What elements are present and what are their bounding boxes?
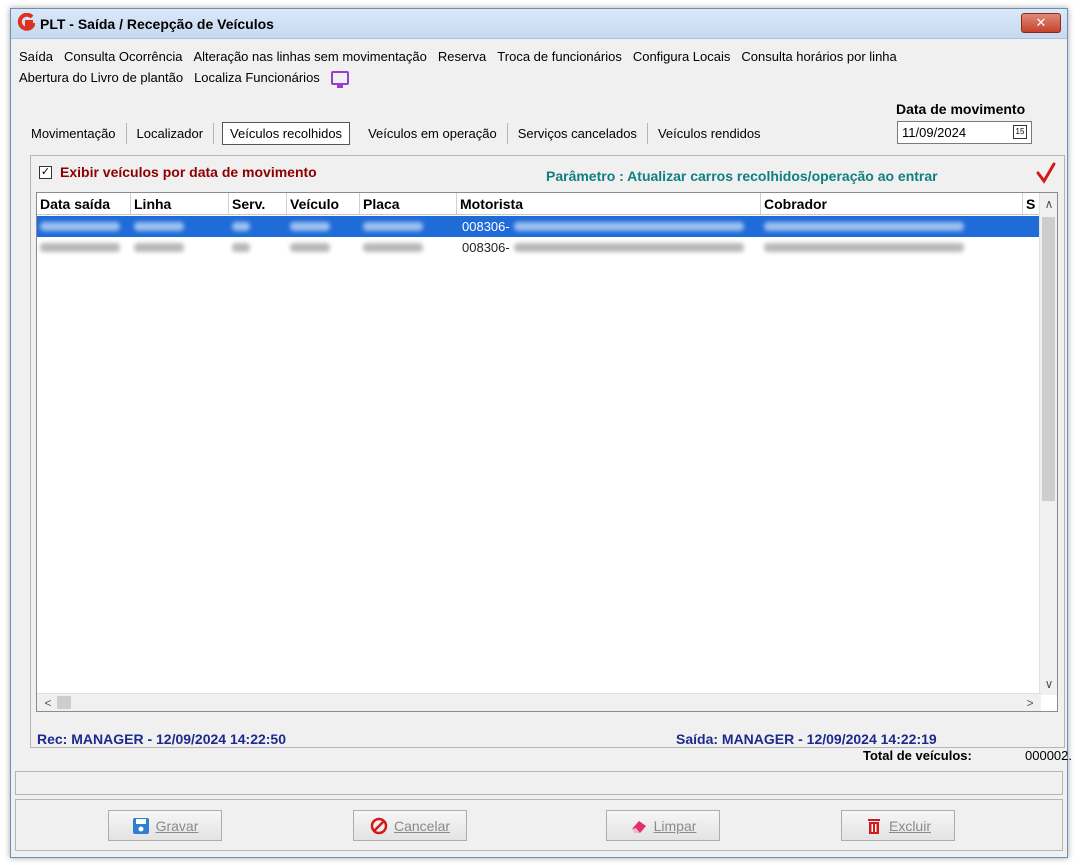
menu-item-consulta-horarios[interactable]: Consulta horários por linha [741,49,896,64]
excluir-label: Excluir [888,817,931,834]
table-row[interactable]: 008306- [37,237,1041,258]
close-button[interactable]: ✕ [1021,13,1061,33]
cell-veiculo [287,237,360,258]
column-header-placa[interactable]: Placa [360,193,457,214]
motorista-code: 008306- [460,240,512,255]
scroll-down-icon[interactable]: ∨ [1040,675,1057,693]
limpar-label: Limpar [653,817,697,834]
menu-row-1: Saída Consulta Ocorrência Alteração nas … [19,46,1059,67]
cell-serv [229,216,287,237]
tab-localizador[interactable]: Localizador [127,122,215,144]
tab-movimentacao[interactable]: Movimentação [21,122,127,144]
horizontal-scroll-thumb[interactable] [57,696,71,709]
cell-linha [131,237,229,258]
gravar-button[interactable]: Gravar [108,810,222,841]
app-logo-icon [17,13,35,31]
horizontal-scrollbar[interactable]: < > [37,693,1041,711]
parameter-text: Parâmetro : Atualizar carros recolhidos/… [546,168,938,184]
menu-item-alteracao-linhas[interactable]: Alteração nas linhas sem movimentação [193,49,426,64]
status-bar [15,771,1063,795]
column-header-motorista[interactable]: Motorista [457,193,761,214]
monitor-icon[interactable] [330,70,349,88]
vehicles-grid: Data saída Linha Serv. Veículo Placa Mot… [36,192,1058,712]
total-veiculos-value: 000002. [1025,748,1072,763]
cancel-icon [370,817,388,834]
gravar-label: Gravar [155,817,199,834]
saida-status: Saída: MANAGER - 12/09/2024 14:22:19 [676,731,937,747]
cancelar-label: Cancelar [393,817,451,834]
date-field[interactable]: 11/09/2024 15 [897,121,1032,144]
cell-placa [360,237,457,258]
date-label: Data de movimento [896,101,1026,117]
menu-bar: Saída Consulta Ocorrência Alteração nas … [19,46,1059,88]
cell-serv [229,237,287,258]
cell-data-saida [37,237,131,258]
content-panel: ✓ Exibir veículos por data de movimento … [30,155,1072,763]
rec-status: Rec: MANAGER - 12/09/2024 14:22:50 [37,731,287,747]
confirm-check-icon[interactable] [1036,162,1056,184]
cell-motorista: 008306- [457,237,761,258]
save-icon [132,817,149,834]
cell-motorista: 008306- [457,216,761,237]
menu-item-reserva[interactable]: Reserva [438,49,486,64]
tab-servicos-cancelados[interactable]: Serviços cancelados [508,122,648,144]
cell-veiculo [287,216,360,237]
excluir-button[interactable]: Excluir [841,810,955,841]
calendar-icon[interactable]: 15 [1013,125,1027,139]
total-veiculos-label: Total de veículos: [863,748,972,763]
tab-veiculos-em-operacao[interactable]: Veículos em operação [358,122,508,144]
limpar-button[interactable]: Limpar [606,810,720,841]
cell-cobrador [761,237,1023,258]
vertical-scroll-thumb[interactable] [1042,217,1055,501]
grid-header: Data saída Linha Serv. Veículo Placa Mot… [37,193,1041,215]
cell-cobrador [761,216,1023,237]
cell-data-saida [37,216,131,237]
menu-item-saida[interactable]: Saída [19,49,53,64]
window-title: PLT - Saída / Recepção de Veículos [40,16,274,32]
menu-item-configura-locais[interactable]: Configura Locais [633,49,731,64]
cancelar-button[interactable]: Cancelar [353,810,467,841]
column-header-linha[interactable]: Linha [131,193,229,214]
button-bar: Gravar Cancelar Limpar Excluir [15,799,1063,851]
menu-item-abertura-livro[interactable]: Abertura do Livro de plantão [19,70,183,85]
column-header-veiculo[interactable]: Veículo [287,193,360,214]
column-header-serv[interactable]: Serv. [229,193,287,214]
trash-icon [867,818,880,834]
filter-row: ✓ Exibir veículos por data de movimento [39,164,317,180]
cell-placa [360,216,457,237]
eraser-icon [631,820,646,833]
scroll-right-icon[interactable]: > [1021,694,1039,711]
scroll-left-icon[interactable]: < [39,694,57,711]
menu-item-localiza-funcionarios[interactable]: Localiza Funcionários [194,70,320,85]
column-header-data-saida[interactable]: Data saída [37,193,131,214]
tab-veiculos-rendidos[interactable]: Veículos rendidos [648,123,771,144]
cell-linha [131,216,229,237]
date-value: 11/09/2024 [902,125,967,140]
menu-item-consulta-ocorrencia[interactable]: Consulta Ocorrência [64,49,183,64]
filter-checkbox[interactable]: ✓ [39,165,52,179]
table-row[interactable]: 008306- [37,216,1041,237]
scroll-up-icon[interactable]: ∧ [1040,195,1057,213]
tab-veiculos-recolhidos[interactable]: Veículos recolhidos [222,121,351,145]
vertical-scrollbar[interactable]: ∧ ∨ [1039,193,1057,695]
filter-checkbox-label[interactable]: Exibir veículos por data de movimento [60,164,317,180]
menu-item-troca-funcionarios[interactable]: Troca de funcionários [497,49,622,64]
main-window: PLT - Saída / Recepção de Veículos ✕ Saí… [10,8,1072,858]
menu-row-2: Abertura do Livro de plantão Localiza Fu… [19,67,1059,88]
motorista-code: 008306- [460,219,512,234]
column-header-cobrador[interactable]: Cobrador [761,193,1023,214]
tab-strip: Movimentação Localizador Veículos recolh… [21,120,771,146]
title-bar: PLT - Saída / Recepção de Veículos ✕ [11,9,1067,39]
